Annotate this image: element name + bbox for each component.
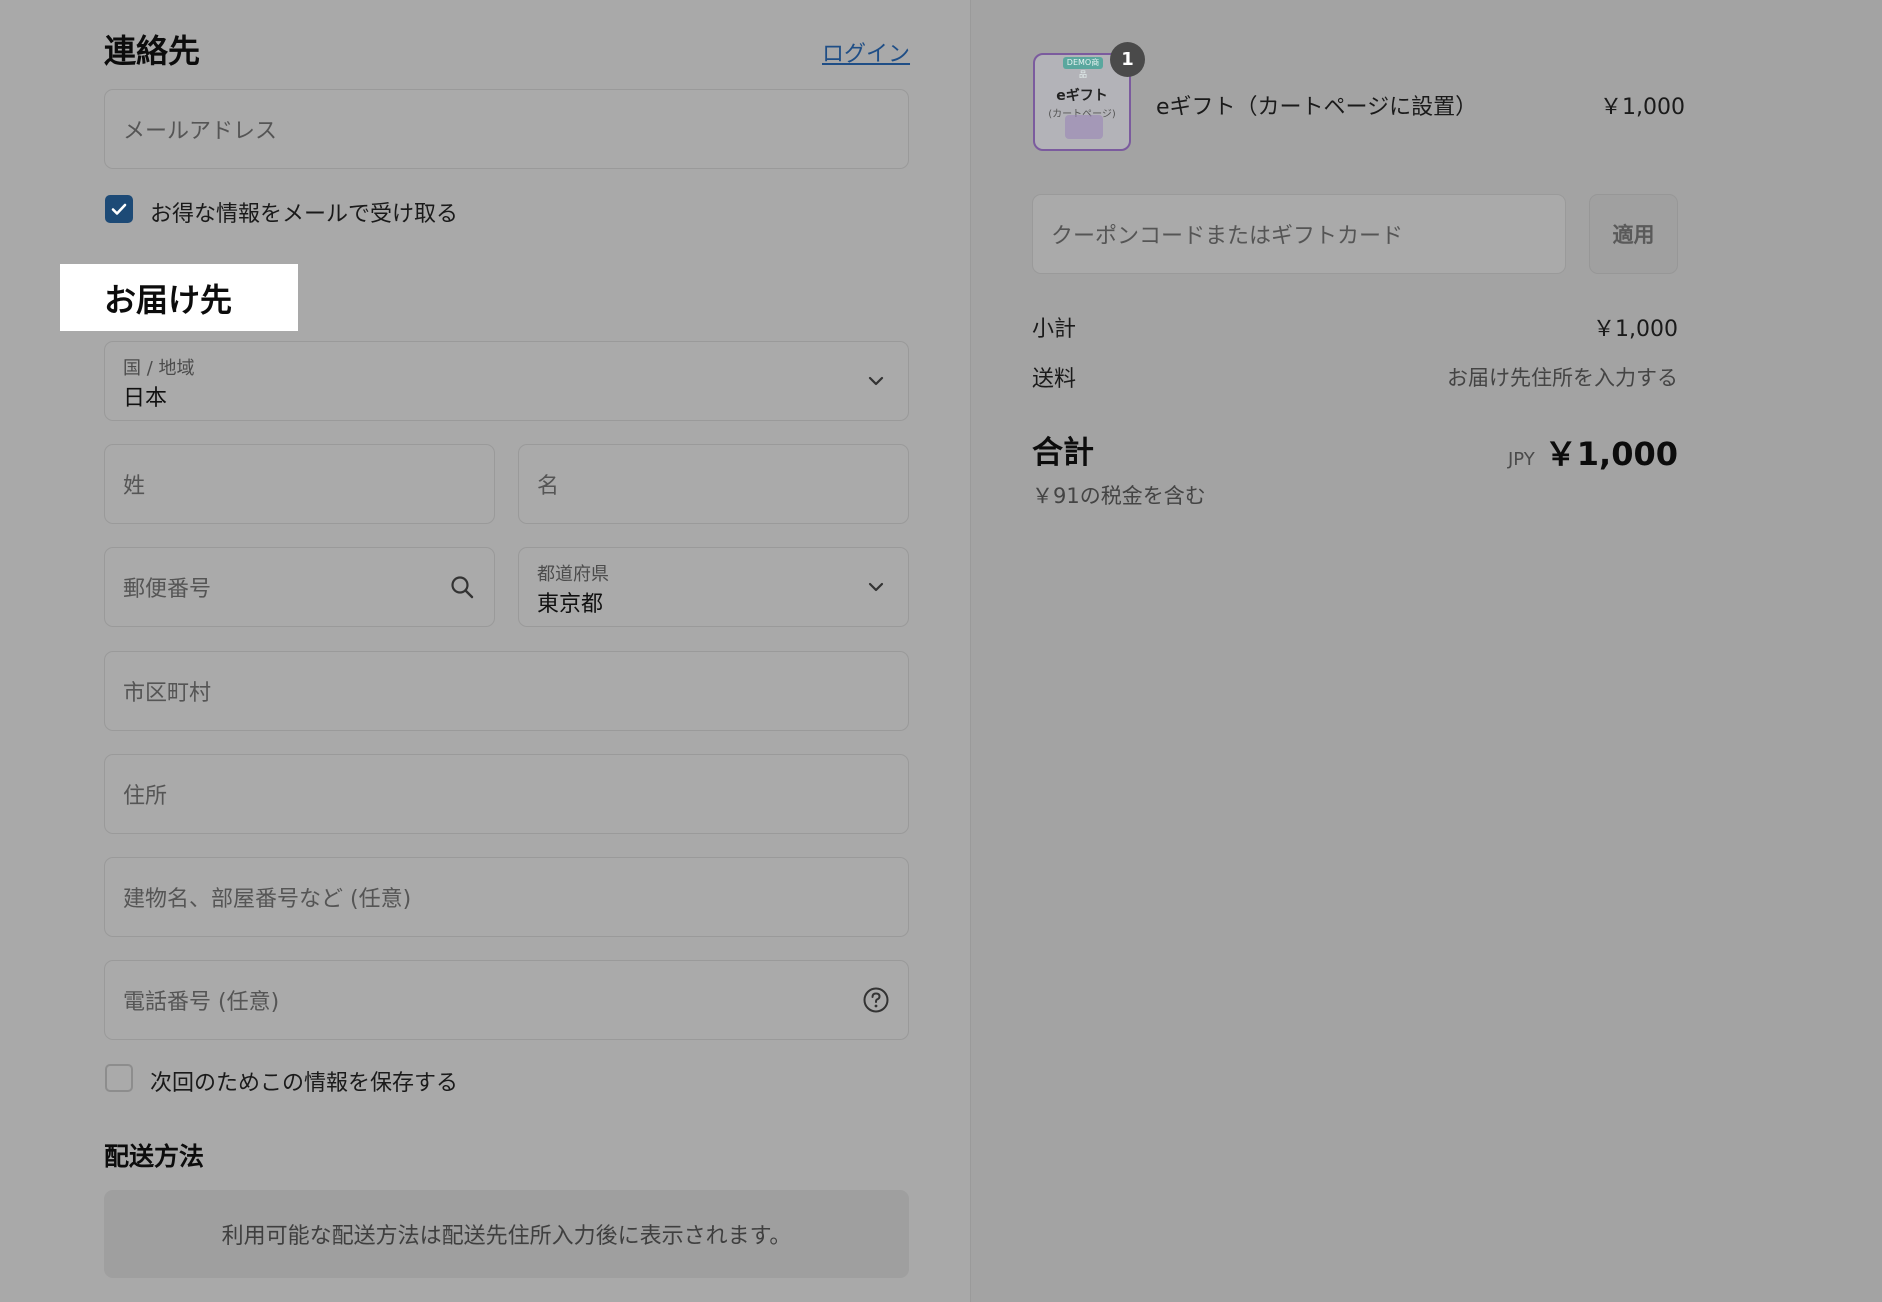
- first-name-field[interactable]: 名: [518, 444, 909, 524]
- total-label: 合計: [1032, 435, 1094, 471]
- coupon-field[interactable]: クーポンコードまたはギフトカード: [1032, 194, 1566, 274]
- chevron-down-icon: [868, 582, 884, 592]
- prefecture-value: 東京都: [537, 592, 604, 617]
- phone-field[interactable]: 電話番号 (任意): [104, 960, 909, 1040]
- help-icon[interactable]: [862, 986, 890, 1014]
- thumbnail-title: eギフト: [1056, 88, 1108, 104]
- email-placeholder: メールアドレス: [123, 119, 278, 144]
- building-field[interactable]: 建物名、部屋番号など (任意): [104, 857, 909, 937]
- subtotal-label: 小計: [1032, 317, 1077, 342]
- country-value: 日本: [123, 386, 168, 411]
- total-amount: JPY ￥1,000: [1500, 429, 1678, 475]
- prefecture-select[interactable]: 都道府県 東京都: [518, 547, 909, 627]
- thumbnail-card-graphic: [1065, 115, 1103, 139]
- prefecture-label: 都道府県: [537, 564, 609, 585]
- save-info-label: 次回のためこの情報を保存する: [150, 1071, 459, 1096]
- city-placeholder: 市区町村: [123, 681, 212, 706]
- save-info-checkbox[interactable]: [105, 1064, 133, 1092]
- postal-code-field[interactable]: 郵便番号: [104, 547, 495, 627]
- country-label: 国 / 地域: [123, 358, 195, 379]
- check-icon: [111, 203, 127, 215]
- apply-button-label: 適用: [1612, 223, 1655, 247]
- country-select[interactable]: 国 / 地域 日本: [104, 341, 909, 421]
- login-link[interactable]: ログイン: [822, 36, 910, 68]
- shipping-method-title: 配送方法: [104, 1142, 205, 1171]
- chevron-down-icon: [868, 376, 884, 386]
- city-field[interactable]: 市区町村: [104, 651, 909, 731]
- postal-code-placeholder: 郵便番号: [123, 577, 212, 602]
- subtotal-value: ￥1,000: [1593, 317, 1678, 342]
- newsletter-checkbox[interactable]: [105, 195, 133, 223]
- contact-title: 連絡先: [104, 32, 201, 70]
- delivery-title: お届け先: [104, 281, 233, 319]
- quantity-badge: 1: [1110, 42, 1145, 77]
- newsletter-label: お得な情報をメールで受け取る: [150, 202, 459, 227]
- tax-note: ￥91の税金を含む: [1032, 484, 1206, 508]
- shipping-method-notice-text: 利用可能な配送方法は配送先住所入力後に表示されます。: [221, 1224, 792, 1249]
- search-icon[interactable]: [448, 573, 476, 601]
- building-placeholder: 建物名、部屋番号など (任意): [123, 887, 412, 912]
- thumbnail-tag: DEMO商品: [1063, 57, 1103, 79]
- shipping-value: お届け先住所を入力する: [1447, 366, 1678, 390]
- address-field[interactable]: 住所: [104, 754, 909, 834]
- product-name: eギフト（カートページに設置）: [1156, 95, 1478, 120]
- email-field[interactable]: メールアドレス: [104, 89, 909, 169]
- address-placeholder: 住所: [123, 784, 168, 809]
- shipping-method-notice: 利用可能な配送方法は配送先住所入力後に表示されます。: [104, 1190, 909, 1278]
- product-price: ￥1,000: [1600, 95, 1685, 120]
- first-name-placeholder: 名: [537, 474, 560, 499]
- total-currency: JPY: [1508, 449, 1535, 470]
- shipping-label: 送料: [1032, 367, 1077, 392]
- phone-placeholder: 電話番号 (任意): [123, 990, 280, 1015]
- last-name-field[interactable]: 姓: [104, 444, 495, 524]
- apply-button[interactable]: 適用: [1589, 194, 1678, 274]
- coupon-placeholder: クーポンコードまたはギフトカード: [1051, 224, 1404, 249]
- total-value: ￥1,000: [1544, 435, 1678, 473]
- last-name-placeholder: 姓: [123, 474, 146, 499]
